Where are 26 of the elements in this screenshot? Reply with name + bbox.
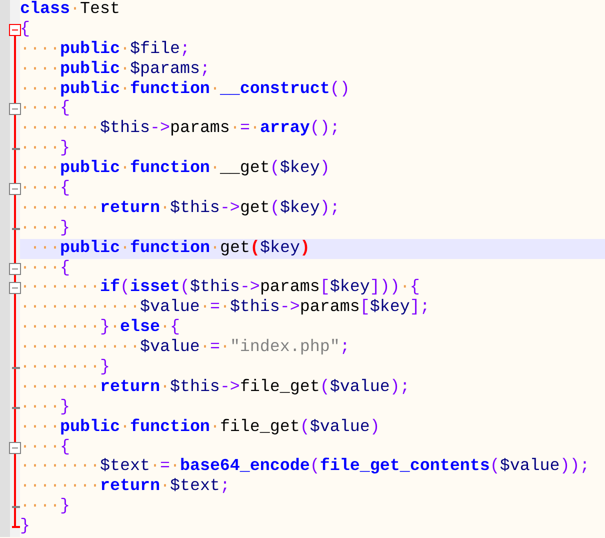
code-line: ····public·function·file_get($value): [20, 418, 381, 438]
code-line: ········return·$this->get($key);: [20, 198, 341, 219]
code-line: ····{: [20, 438, 71, 458]
code-line: ········$text·=·base64_encode(file_get_contents($value));: [20, 457, 591, 478]
code-line: }: [20, 517, 31, 538]
code-line: ····}: [20, 398, 71, 418]
code-line: ····{: [20, 99, 71, 120]
code-line: ············$value·=·"index.php";: [20, 338, 351, 358]
code-line: ········if(isset($this->params[$key]))·{: [20, 278, 421, 298]
code-line: ····public·$file;: [20, 40, 191, 60]
code-line: ········}·else·{: [20, 318, 181, 338]
code-line: ····}: [20, 218, 71, 239]
code-line: ············$value·=·$this->params[$key];: [20, 298, 431, 318]
code-line: ····}: [20, 497, 71, 518]
code-line: ····}: [20, 139, 71, 160]
code-line: ········return·$this->file_get($value);: [20, 378, 411, 398]
code-line: ····{: [20, 258, 71, 278]
code-line: ····public·$params;: [20, 60, 211, 80]
code-line: {: [20, 20, 31, 40]
code-line: ····{: [20, 179, 71, 199]
code-line: class·Test: [20, 0, 121, 20]
code-line: ········}: [20, 358, 111, 378]
code-line: ········return·$text;: [20, 477, 231, 498]
code-line: ····public·function·__construct(): [20, 80, 351, 100]
code-line: ········$this->params·=·array();: [20, 119, 341, 140]
code-line: ····public·function·__get($key): [20, 159, 331, 180]
